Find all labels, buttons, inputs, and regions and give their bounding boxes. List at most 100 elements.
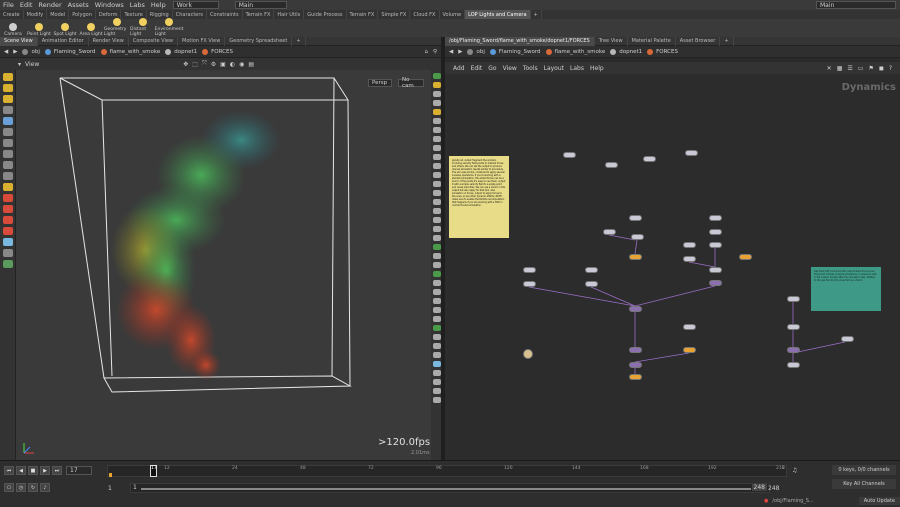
network-node[interactable] [629, 254, 642, 260]
back-icon[interactable]: ◀ [449, 49, 453, 55]
error-icon[interactable]: ● [764, 498, 768, 504]
shelf-tab[interactable]: Model [47, 10, 70, 19]
network-editor[interactable]: Dynamics gravity all. output fragment th… [445, 74, 900, 460]
display-option-icon[interactable] [433, 343, 441, 349]
network-node[interactable] [683, 347, 696, 353]
back-icon[interactable]: ◀ [4, 49, 8, 55]
display-option-icon[interactable] [433, 199, 441, 205]
render-icon[interactable]: ▣ [220, 61, 226, 68]
network-node[interactable] [709, 242, 722, 248]
camera-dropdown[interactable]: No cam [398, 77, 424, 89]
network-node[interactable] [685, 150, 698, 156]
flipbook-icon[interactable]: ▤ [248, 61, 254, 68]
tool-button-icon[interactable] [3, 106, 13, 114]
display-option-icon[interactable] [433, 181, 441, 187]
step-back-icon[interactable]: ◀ [16, 466, 26, 475]
display-option-icon[interactable] [433, 145, 441, 151]
menu-file[interactable]: File [0, 1, 17, 9]
network-node[interactable] [523, 281, 536, 287]
add-shelf-icon[interactable]: + [531, 10, 542, 19]
tool-button-icon[interactable] [3, 172, 13, 180]
camera-icon[interactable]: ◉ [239, 61, 244, 68]
shelf-tool[interactable]: Camera [0, 23, 26, 37]
desktop-dropdown[interactable]: Work [172, 1, 219, 9]
network-node[interactable] [709, 280, 722, 286]
network-node[interactable] [629, 347, 642, 353]
shelf-tab[interactable]: Volume [440, 10, 466, 19]
network-node[interactable] [683, 242, 696, 248]
net-menu-tools[interactable]: Tools [523, 65, 538, 72]
display-option-icon[interactable] [433, 271, 441, 277]
tab-composite-view[interactable]: Composite View [129, 36, 178, 46]
tab-motion-fx-view[interactable]: Motion FX View [178, 36, 226, 46]
tab-tree-view[interactable]: Tree View [595, 36, 628, 46]
network-node[interactable] [629, 306, 642, 312]
shelf-tab[interactable]: Modify [24, 10, 48, 19]
path-item-flame-with-smoke[interactable]: flame_with_smoke [545, 48, 605, 55]
tab-geometry-spreadsheet[interactable]: Geometry Spreadsheet [225, 36, 293, 46]
menu-windows[interactable]: Windows [92, 1, 127, 9]
display-option-icon[interactable] [433, 154, 441, 160]
tab-asset-browser[interactable]: Asset Browser [676, 36, 721, 46]
network-node[interactable] [629, 215, 642, 221]
shelf-tool[interactable]: Distant Light [130, 18, 156, 37]
display-option-icon[interactable] [433, 136, 441, 142]
menu-edit[interactable]: Edit [17, 1, 36, 9]
shelf-tab[interactable]: Terrain FX [347, 10, 379, 19]
network-node[interactable] [523, 267, 536, 273]
context-right-dropdown[interactable]: Main [816, 1, 896, 9]
select-mode-icon[interactable]: ⬚ [192, 61, 198, 68]
shelf-tab[interactable]: Simple FX [378, 10, 411, 19]
range-bar[interactable] [141, 488, 751, 490]
network-node[interactable] [631, 234, 644, 240]
path-item-flaming-sword[interactable]: Flaming_Sword [489, 48, 541, 55]
pin-icon[interactable]: ⌂ [424, 49, 428, 55]
jump-start-icon[interactable]: ⏮ [4, 466, 14, 475]
display-option-icon[interactable] [433, 361, 441, 367]
net-menu-go[interactable]: Go [488, 65, 496, 72]
add-tab-icon[interactable]: + [292, 36, 306, 46]
network-node[interactable] [787, 296, 800, 302]
shelf-tool[interactable]: Area Light [78, 23, 104, 37]
tool-button-icon[interactable] [3, 183, 13, 191]
add-tab-icon[interactable]: + [720, 36, 734, 46]
tool-button-icon[interactable] [3, 205, 13, 213]
display-option-icon[interactable] [433, 73, 441, 79]
tool-button-icon[interactable] [3, 161, 13, 169]
wrench-icon[interactable]: ✕ [827, 65, 832, 72]
display-option-icon[interactable] [433, 388, 441, 394]
network-node[interactable] [683, 324, 696, 330]
menu-help[interactable]: Help [148, 1, 169, 9]
end-frame[interactable]: 248 [768, 485, 779, 492]
display-option-icon[interactable] [433, 226, 441, 232]
display-option-icon[interactable] [433, 109, 441, 115]
tool-button-icon[interactable] [3, 84, 13, 92]
realtime-icon[interactable]: ◷ [16, 483, 26, 492]
network-node[interactable] [605, 162, 618, 168]
tool-button-icon[interactable] [3, 227, 13, 235]
menu-labs[interactable]: Labs [127, 1, 148, 9]
display-option-icon[interactable] [433, 163, 441, 169]
display-option-icon[interactable] [433, 298, 441, 304]
shelf-tool[interactable]: Environment Light [155, 18, 183, 37]
stop-icon[interactable]: ■ [28, 466, 38, 475]
display-option-icon[interactable] [433, 217, 441, 223]
tool-button-icon[interactable] [3, 117, 13, 125]
path-root[interactable]: obj [22, 48, 40, 55]
tab-animation-editor[interactable]: Animation Editor [38, 36, 89, 46]
tool-button-icon[interactable] [3, 73, 13, 81]
timeline-track[interactable]: 12 24 48 72 96 120 144 168 192 216 2 17 [107, 465, 787, 477]
transform-icon[interactable]: ⤧ [202, 60, 207, 68]
tool-button-icon[interactable] [3, 128, 13, 136]
menu-render[interactable]: Render [35, 1, 64, 9]
net-menu-layout[interactable]: Layout [544, 65, 564, 72]
network-node[interactable] [629, 374, 642, 380]
path-item-flame-with-smoke[interactable]: flame_with_smoke [100, 48, 160, 55]
display-option-icon[interactable] [433, 352, 441, 358]
tool-button-icon[interactable] [3, 238, 13, 246]
path-item-flaming-sword[interactable]: Flaming_Sword [44, 48, 96, 55]
display-option-icon[interactable] [433, 127, 441, 133]
handle-icon[interactable]: ⚙ [211, 61, 216, 68]
display-option-icon[interactable] [433, 289, 441, 295]
path-item-forces[interactable]: FORCES [202, 48, 233, 55]
